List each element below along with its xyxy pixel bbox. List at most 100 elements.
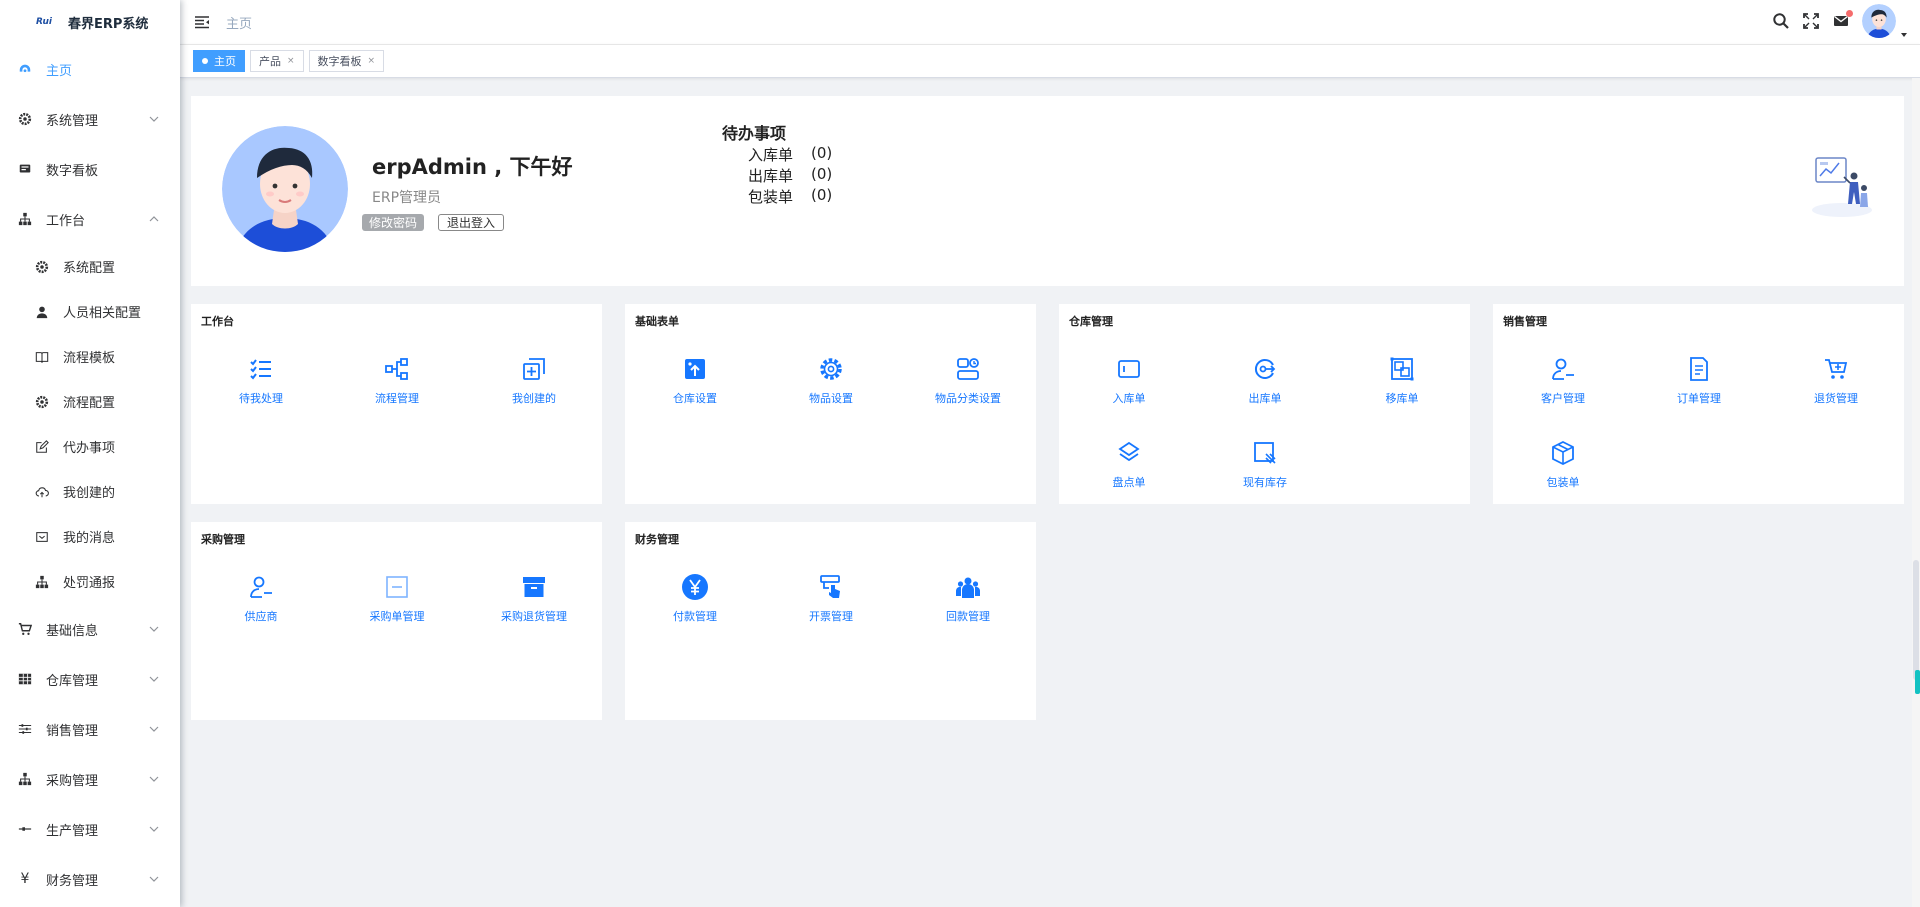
card-title: 销售管理: [1503, 315, 1547, 328]
close-icon[interactable]: ×: [287, 56, 295, 66]
chevron-up-icon: [148, 213, 160, 225]
cart-icon: [1821, 354, 1851, 384]
group-icon: [953, 572, 983, 602]
mail-icon[interactable]: [1832, 10, 1853, 30]
quick-item-item-settings[interactable]: 物品设置: [776, 354, 886, 406]
page-scrollbar[interactable]: [1912, 78, 1920, 907]
sidebar-subitem-label: 流程配置: [63, 396, 116, 411]
document-icon: [1684, 354, 1714, 384]
cloud-icon: [35, 485, 49, 499]
stock-icon: [1250, 438, 1280, 468]
sidebar-subitem-todo[interactable]: 代办事项: [0, 424, 180, 469]
flow-icon: [382, 354, 412, 384]
quick-item-stock[interactable]: 现有库存: [1210, 438, 1320, 490]
caret-down-icon[interactable]: [1900, 28, 1908, 37]
edit-icon: [35, 439, 49, 454]
tree-icon: [35, 575, 49, 589]
sidebar-item-production[interactable]: 生产管理: [0, 804, 180, 854]
sidebar-item-home[interactable]: 主页: [0, 44, 180, 94]
scroll-handle[interactable]: [1915, 670, 1920, 694]
sidebar-subitem-flow-config[interactable]: 流程配置: [0, 379, 180, 424]
quick-item-outbound[interactable]: 出库单: [1210, 354, 1320, 406]
quick-item-label: 移库单: [1385, 392, 1419, 405]
logo[interactable]: Rui 春界ERP系统: [0, 0, 180, 44]
quick-item-inbound[interactable]: 入库单: [1074, 354, 1184, 406]
quick-item-label: 付款管理: [673, 610, 717, 623]
profile-panel: erpAdmin , 下午好 ERP管理员 修改密码 退出登入 待办事项 入库单…: [191, 96, 1904, 286]
gear-icon: [35, 260, 49, 274]
user-avatar[interactable]: [1862, 4, 1896, 38]
tag-label: 数字看板: [317, 55, 362, 68]
fullscreen-icon[interactable]: [1802, 12, 1820, 30]
quick-item-label: 退货管理: [1814, 392, 1858, 405]
card-title: 财务管理: [635, 533, 679, 546]
close-icon[interactable]: ×: [368, 56, 376, 66]
todo-row[interactable]: 出库单 (0): [748, 165, 832, 186]
hamburger-icon[interactable]: [194, 14, 210, 30]
change-password-button[interactable]: 修改密码: [362, 214, 425, 231]
sidebar-item-warehouse[interactable]: 仓库管理: [0, 654, 180, 704]
quick-item-collections[interactable]: 回款管理: [913, 572, 1023, 624]
sidebar-item-finance[interactable]: ¥ 财务管理: [0, 854, 180, 904]
tag-home[interactable]: 主页: [193, 50, 245, 72]
quick-item-category-settings[interactable]: 物品分类设置: [913, 354, 1023, 406]
quick-item-returns[interactable]: 退货管理: [1781, 354, 1891, 406]
todo-row[interactable]: 入库单 (0): [748, 144, 832, 165]
sidebar-item-label: 系统管理: [46, 113, 99, 129]
table-icon: [18, 672, 32, 686]
card-title: 工作台: [201, 315, 234, 328]
sidebar-item-workbench[interactable]: 工作台: [0, 194, 180, 244]
settings-icon: [816, 354, 846, 384]
quick-item-label: 盘点单: [1112, 476, 1146, 489]
sidebar-subitem-my-messages[interactable]: 我的消息: [0, 514, 180, 559]
sidebar-subitem-penalty[interactable]: 处罚通报: [0, 559, 180, 604]
customer-icon: [1548, 354, 1578, 384]
todo-title: 待办事项: [722, 124, 787, 143]
quick-item-orders[interactable]: 订单管理: [1644, 354, 1754, 406]
quick-item-invoicing[interactable]: 开票管理: [776, 572, 886, 624]
quick-item-transfer[interactable]: 移库单: [1347, 354, 1457, 406]
sidebar-subitem-personnel-config[interactable]: 人员相关配置: [0, 289, 180, 334]
quick-item-packing[interactable]: 包装单: [1508, 438, 1618, 490]
quick-item-pending[interactable]: 待我处理: [206, 354, 316, 406]
sidebar-subitem-system-config[interactable]: 系统配置: [0, 244, 180, 289]
tag-product[interactable]: 产品 ×: [250, 50, 304, 72]
quick-item-label: 物品分类设置: [935, 392, 1001, 405]
sidebar-subitem-flow-template[interactable]: 流程模板: [0, 334, 180, 379]
notification-badge: [1846, 10, 1853, 17]
active-dot-icon: [202, 58, 208, 64]
quick-item-label: 包装单: [1546, 476, 1580, 489]
tree-icon: [18, 772, 32, 786]
quick-item-payments[interactable]: 付款管理: [640, 572, 750, 624]
sidebar-item-basic-info[interactable]: 基础信息: [0, 604, 180, 654]
card-sales-mgmt: 销售管理 客户管理 订单管理 退货管理 包装单: [1493, 304, 1904, 504]
sidebar-item-sales[interactable]: 销售管理: [0, 704, 180, 754]
logout-button[interactable]: 退出登入: [438, 214, 505, 231]
inbound-icon: [1114, 354, 1144, 384]
chevron-down-icon: [148, 113, 160, 125]
sidebar-item-dashboard[interactable]: 数字看板: [0, 144, 180, 194]
tag-label: 产品: [259, 55, 281, 68]
sidebar-subitem-created-by-me[interactable]: 我创建的: [0, 469, 180, 514]
todo-row[interactable]: 包装单 (0): [748, 186, 832, 207]
add-copy-icon: [519, 354, 549, 384]
quick-item-stocktake[interactable]: 盘点单: [1074, 438, 1184, 490]
quick-item-flow-mgmt[interactable]: 流程管理: [342, 354, 452, 406]
sidebar-item-system[interactable]: 系统管理: [0, 94, 180, 144]
sidebar-item-purchase[interactable]: 采购管理: [0, 754, 180, 804]
todo-count: (0): [811, 165, 833, 183]
quick-item-warehouse-settings[interactable]: 仓库设置: [640, 354, 750, 406]
sidebar-item-label: 采购管理: [46, 773, 99, 789]
quick-item-purchase-orders[interactable]: 采购单管理: [342, 572, 452, 624]
sliders-icon: [18, 722, 32, 736]
quick-item-purchase-returns[interactable]: 采购退货管理: [479, 572, 589, 624]
tags-view: 主页 产品 × 数字看板 ×: [180, 44, 1920, 78]
sidebar-item-label: 销售管理: [46, 723, 99, 739]
quick-item-label: 现有库存: [1243, 476, 1287, 489]
tag-digital-board[interactable]: 数字看板 ×: [308, 50, 385, 72]
search-icon[interactable]: [1772, 12, 1790, 30]
quick-item-customers[interactable]: 客户管理: [1508, 354, 1618, 406]
quick-item-created[interactable]: 我创建的: [479, 354, 589, 406]
scrollbar-thumb[interactable]: [1913, 560, 1919, 680]
quick-item-suppliers[interactable]: 供应商: [206, 572, 316, 624]
